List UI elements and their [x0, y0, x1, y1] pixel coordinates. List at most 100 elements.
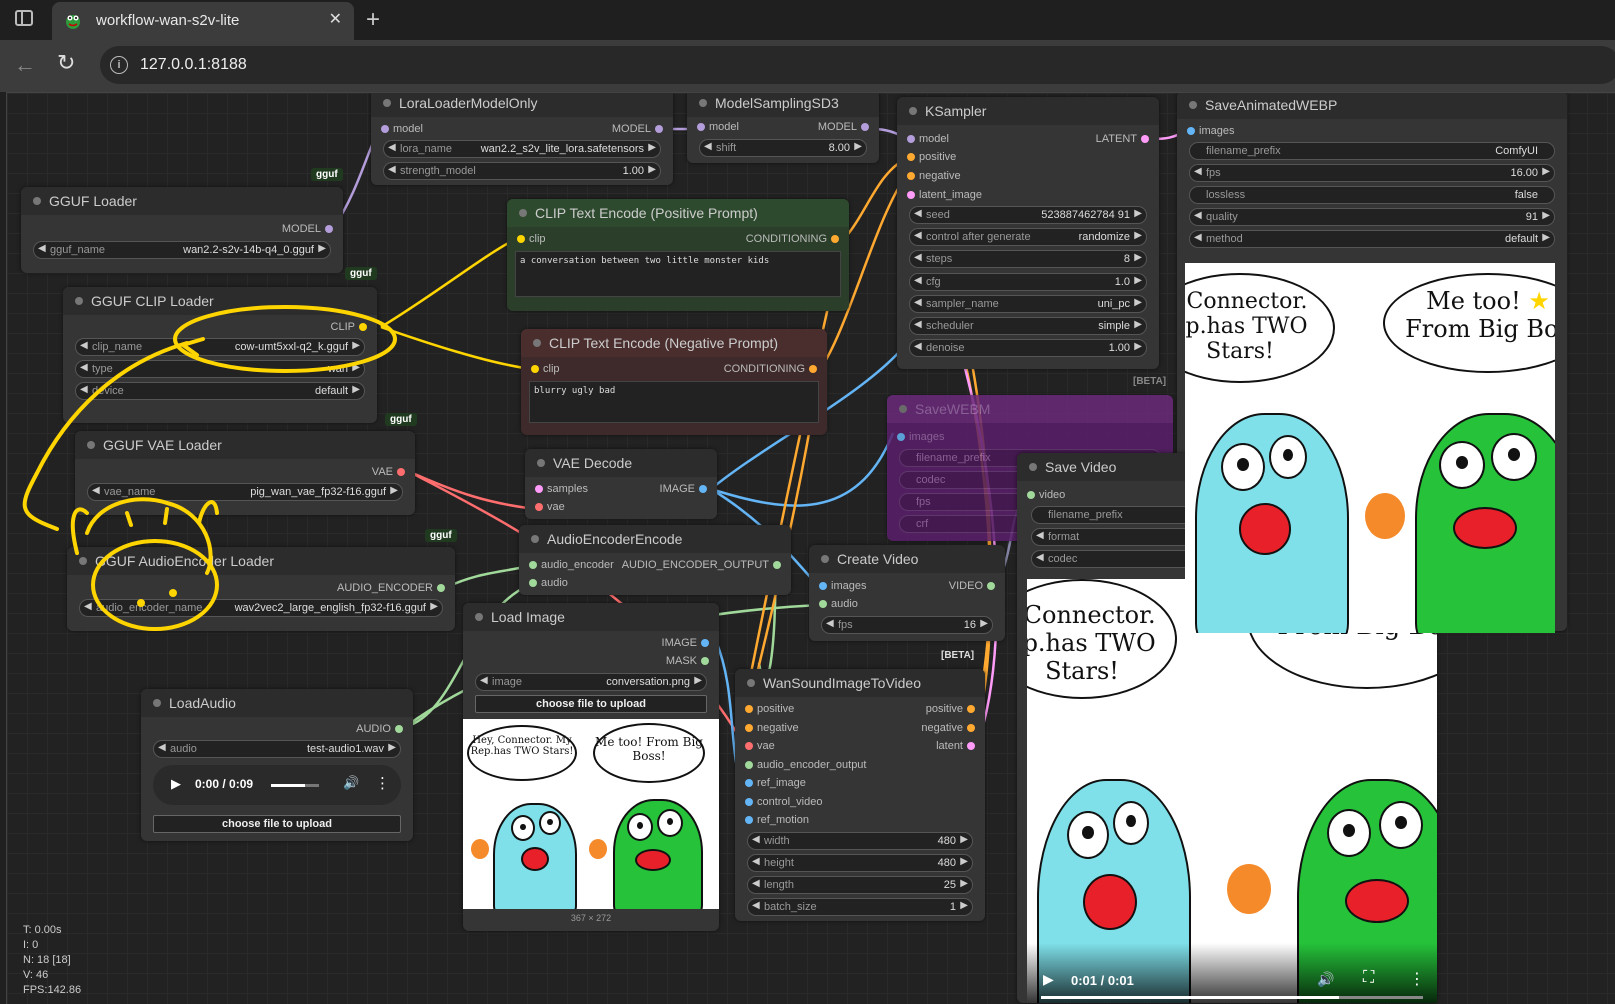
clip-input-slot[interactable]: clip — [531, 361, 560, 377]
length-stepper[interactable]: ◀ length 25 ▶ — [747, 876, 973, 894]
create-video-node[interactable]: Create Video images audio VIDEO ◀ fps 16 ▶ — [809, 545, 1005, 641]
back-arrow-icon[interactable]: ← — [14, 52, 36, 78]
node-title[interactable]: SaveAnimatedWEBP — [1177, 93, 1567, 119]
type-combo[interactable]: ◀ type wan ▶ — [75, 360, 365, 378]
gguf-audio-encoder-loader-node[interactable]: GGUF AudioEncoder Loader AUDIO_ENCODER ◀… — [67, 547, 455, 631]
address-bar[interactable]: i 127.0.0.1:8188 — [100, 46, 1615, 84]
lora-loader-node[interactable]: LoraLoaderModelOnly model MODEL ◀ lora_na… — [371, 93, 673, 185]
browser-tab[interactable]: workflow-wan-s2v-lite ✕ — [52, 2, 354, 40]
close-tab-icon[interactable]: ✕ — [329, 9, 342, 29]
play-icon[interactable]: ▶ — [1043, 971, 1054, 988]
latent-output-slot[interactable]: latent — [936, 738, 975, 754]
audio-progress-bar[interactable] — [271, 784, 319, 787]
vae-name-combo[interactable]: ◀ vae_name pig_wan_vae_fp32-f16.gguf ▶ — [87, 483, 403, 501]
image-output-slot[interactable]: IMAGE — [662, 635, 709, 651]
width-stepper[interactable]: ◀ width 480 ▶ — [747, 832, 973, 850]
control-video-input-slot[interactable]: control_video — [745, 794, 822, 810]
node-title[interactable]: CLIP Text Encode (Negative Prompt) — [521, 329, 827, 357]
latent-image-input-slot[interactable]: latent_image — [907, 187, 982, 203]
audio-encoder-encode-node[interactable]: AudioEncoderEncode audio_encoder audio A… — [519, 525, 791, 595]
lossless-toggle[interactable]: lossless false — [1189, 186, 1555, 204]
reload-icon[interactable]: ↻ — [57, 50, 75, 76]
node-title[interactable]: LoadAudio — [141, 689, 413, 717]
shift-stepper[interactable]: ◀ shift 8.00 ▶ — [699, 139, 867, 157]
method-combo[interactable]: ◀ method default ▶ — [1189, 230, 1555, 248]
latent-output-slot[interactable]: LATENT — [1096, 131, 1149, 147]
positive-input-slot[interactable]: positive — [745, 701, 794, 717]
steps-stepper[interactable]: ◀ steps 8 ▶ — [909, 250, 1147, 268]
quality-stepper[interactable]: ◀ quality 91 ▶ — [1189, 208, 1555, 226]
device-combo[interactable]: ◀ device default ▶ — [75, 382, 365, 400]
vae-input-slot[interactable]: vae — [535, 499, 565, 515]
more-options-icon[interactable]: ⋮ — [1409, 969, 1425, 989]
images-input-slot[interactable]: images — [1187, 123, 1234, 139]
vae-decode-node[interactable]: VAE Decode samples vae IMAGE — [525, 449, 717, 519]
fps-stepper[interactable]: ◀ fps 16.00 ▶ — [1189, 164, 1555, 182]
gguf-clip-loader-node[interactable]: GGUF CLIP Loader CLIP ◀ clip_name cow-umt5… — [63, 287, 377, 423]
node-title[interactable]: CLIP Text Encode (Positive Prompt) — [507, 199, 849, 227]
seed-stepper[interactable]: ◀ seed 523887462784 91 ▶ — [909, 206, 1147, 224]
audio-input-slot[interactable]: audio — [819, 596, 858, 612]
choose-audio-upload-button[interactable]: choose file to upload — [153, 815, 401, 833]
node-title[interactable]: WanSoundImageToVideo — [735, 669, 985, 697]
filename-prefix-field[interactable]: filename_prefix ComfyUI — [1189, 142, 1555, 160]
more-options-icon[interactable]: ⋮ — [375, 774, 390, 792]
ksampler-node[interactable]: KSampler model positive negative latent_… — [897, 97, 1159, 369]
wan-sound-image-to-video-node[interactable]: WanSoundImageToVideo positive negative v… — [735, 669, 985, 921]
output-video-preview[interactable]: , Connector.ep.has TWOStars! From Big Bo… — [1027, 579, 1437, 1003]
mask-output-slot[interactable]: MASK — [666, 653, 709, 669]
image-output-slot[interactable]: IMAGE — [660, 481, 707, 497]
batch-size-stepper[interactable]: ◀ batch_size 1 ▶ — [747, 898, 973, 916]
model-sampling-sd3-node[interactable]: ModelSamplingSD3 model MODEL ◀ shift 8.00 ▶ — [687, 93, 879, 163]
clip-input-slot[interactable]: clip — [517, 231, 546, 247]
control-after-generate-combo[interactable]: ◀ control after generate randomize ▶ — [909, 228, 1147, 246]
gguf-vae-loader-node[interactable]: GGUF VAE Loader VAE ◀ vae_name pig_wan_vae… — [75, 431, 415, 515]
vae-output-slot[interactable]: VAE — [372, 464, 405, 480]
gguf-loader-node[interactable]: GGUF Loader MODEL ◀ gguf_name wan2.2-s2v-1… — [21, 187, 343, 273]
node-title[interactable]: VAE Decode — [525, 449, 717, 477]
new-tab-icon[interactable]: + — [366, 6, 380, 34]
choose-image-upload-button[interactable]: choose file to upload — [475, 695, 707, 713]
positive-input-slot[interactable]: positive — [907, 149, 956, 165]
node-title[interactable]: SaveWEBM — [887, 395, 1173, 423]
node-title[interactable]: Create Video — [809, 545, 1005, 573]
site-info-icon[interactable]: i — [110, 56, 128, 74]
audio-input-slot[interactable]: audio — [529, 575, 568, 591]
sidebar-toggle-icon[interactable] — [15, 10, 33, 26]
node-title[interactable]: KSampler — [897, 97, 1159, 125]
clip-output-slot[interactable]: CLIP — [331, 319, 367, 335]
clip-text-encode-positive-node[interactable]: CLIP Text Encode (Positive Prompt) clip … — [507, 199, 849, 311]
audio-encoder-name-combo[interactable]: ◀ audio_encoder_name wav2vec2_large_englis… — [79, 599, 443, 617]
strength-model-stepper[interactable]: ◀ strength_model 1.00 ▶ — [383, 162, 661, 180]
model-output-slot[interactable]: MODEL — [818, 119, 869, 135]
sampler-name-combo[interactable]: ◀ sampler_name uni_pc ▶ — [909, 295, 1147, 313]
node-title[interactable]: LoraLoaderModelOnly — [371, 93, 673, 117]
node-title[interactable]: Load Image — [463, 603, 719, 631]
video-output-slot[interactable]: VIDEO — [949, 578, 995, 594]
node-title[interactable]: GGUF AudioEncoder Loader — [67, 547, 455, 575]
play-icon[interactable]: ▶ — [171, 776, 181, 792]
node-title[interactable]: AudioEncoderEncode — [519, 525, 791, 553]
node-title[interactable]: GGUF CLIP Loader — [63, 287, 377, 315]
height-stepper[interactable]: ◀ height 480 ▶ — [747, 854, 973, 872]
volume-icon[interactable]: 🔊 — [1317, 971, 1334, 988]
negative-input-slot[interactable]: negative — [745, 720, 799, 736]
conditioning-output-slot[interactable]: CONDITIONING — [746, 231, 839, 247]
cfg-stepper[interactable]: ◀ cfg 1.0 ▶ — [909, 273, 1147, 291]
audio-encoder-output-input-slot[interactable]: audio_encoder_output — [745, 757, 866, 773]
audio-output-slot[interactable]: AUDIO — [356, 721, 403, 737]
fps-stepper[interactable]: ◀ fps 16 ▶ — [821, 616, 993, 634]
clip-name-combo[interactable]: ◀ clip_name cow-umt5xxl-q2_k.gguf ▶ — [75, 338, 365, 356]
scheduler-combo[interactable]: ◀ scheduler simple ▶ — [909, 317, 1147, 335]
node-title[interactable]: GGUF VAE Loader — [75, 431, 415, 459]
model-output-slot[interactable]: MODEL — [282, 221, 333, 237]
negative-output-slot[interactable]: negative — [921, 720, 975, 736]
audio-encoder-output-slot[interactable]: AUDIO_ENCODER — [337, 580, 445, 596]
ref-motion-input-slot[interactable]: ref_motion — [745, 812, 809, 828]
gguf-name-combo[interactable]: ◀ gguf_name wan2.2-s2v-14b-q4_0.gguf ▶ — [33, 241, 331, 259]
node-title[interactable]: GGUF Loader — [21, 187, 343, 215]
lora-name-combo[interactable]: ◀ lora_name wan2.2_s2v_lite_lora.safetenso… — [383, 140, 661, 158]
negative-input-slot[interactable]: negative — [907, 168, 961, 184]
audio-combo[interactable]: ◀ audio test-audio1.wav ▶ — [153, 740, 401, 758]
model-input-slot[interactable]: model — [907, 131, 949, 147]
